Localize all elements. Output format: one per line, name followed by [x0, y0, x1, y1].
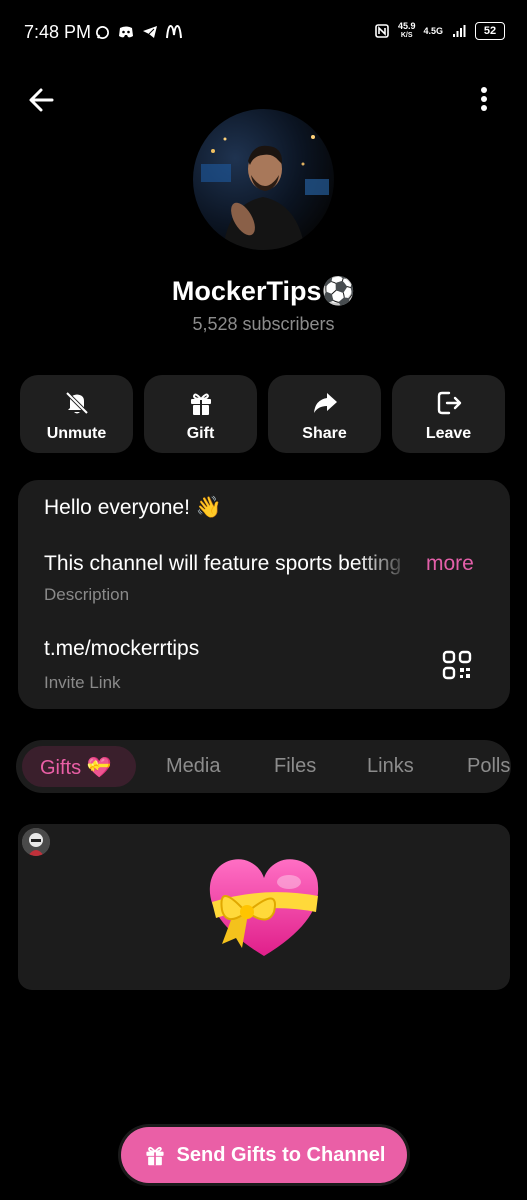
nfc-icon: [374, 23, 390, 39]
profile-tabs: Gifts 💝 Media Files Links Polls: [16, 740, 511, 793]
system-icons: 45.9 K/S 4.5G 52: [374, 22, 505, 40]
subscriber-count: 5,528 subscribers: [192, 314, 335, 334]
channel-avatar[interactable]: [193, 109, 334, 250]
description-row[interactable]: This channel will feature sports betting…: [44, 552, 484, 576]
gift-label: Gift: [186, 425, 215, 442]
share-icon: [268, 389, 381, 417]
tab-polls[interactable]: Polls: [467, 755, 510, 778]
leave-button[interactable]: Leave: [392, 375, 505, 453]
more-link[interactable]: more: [426, 552, 474, 576]
gift-icon: [144, 389, 257, 417]
more-vertical-icon: [481, 87, 487, 111]
unmute-label: Unmute: [46, 425, 107, 442]
send-gifts-button[interactable]: Send Gifts to Channel: [118, 1124, 410, 1186]
battery-indicator: 52: [475, 22, 505, 40]
telegram-icon: [142, 24, 158, 40]
net-speed: 45.9 K/S: [397, 21, 416, 40]
channel-name: MockerTips⚽: [171, 276, 356, 306]
description-label: Description: [44, 585, 130, 604]
notification-icons: [94, 24, 182, 40]
share-button[interactable]: Share: [268, 375, 381, 453]
description-text: This channel will feature sports betting: [44, 552, 402, 575]
greeting-text: Hello everyone! 👋: [44, 496, 222, 519]
arrow-left-icon: [29, 88, 54, 112]
gift-icon: [145, 1146, 164, 1166]
gift-item[interactable]: [18, 824, 510, 990]
heart-gift-icon: [204, 852, 324, 962]
unmute-button[interactable]: Unmute: [20, 375, 133, 453]
leave-icon: [392, 389, 505, 417]
whatsapp-icon: [94, 24, 110, 40]
share-label: Share: [302, 425, 347, 442]
discord-icon: [118, 24, 134, 40]
invite-link-label: Invite Link: [44, 673, 121, 692]
send-gifts-inner[interactable]: Send Gifts to Channel: [121, 1127, 407, 1183]
back-button[interactable]: [26, 84, 58, 116]
channel-info-card: Hello everyone! 👋 This channel will feat…: [18, 480, 510, 709]
bell-off-icon: [20, 389, 133, 417]
status-bar: 7:48 PM 45.9 K/S 4.5G 52: [0, 0, 527, 64]
tab-links[interactable]: Links: [367, 755, 414, 778]
qr-code-button[interactable]: [442, 650, 472, 680]
leave-label: Leave: [425, 425, 472, 442]
more-options-button[interactable]: [472, 84, 496, 116]
tab-gifts[interactable]: Gifts 💝: [40, 755, 112, 780]
qr-code-icon: [442, 650, 472, 680]
tab-files[interactable]: Files: [274, 755, 316, 778]
gift-button[interactable]: Gift: [144, 375, 257, 453]
sender-avatar: [22, 828, 50, 856]
send-gifts-label: Send Gifts to Channel: [176, 1143, 386, 1166]
signal-label: 4.5G: [423, 25, 443, 36]
mcdonalds-icon: [166, 24, 182, 40]
tab-media[interactable]: Media: [166, 755, 220, 778]
invite-link[interactable]: t.me/mockerrtips: [44, 637, 199, 661]
signal-icon: [451, 23, 467, 39]
status-time: 7:48 PM: [24, 22, 92, 42]
